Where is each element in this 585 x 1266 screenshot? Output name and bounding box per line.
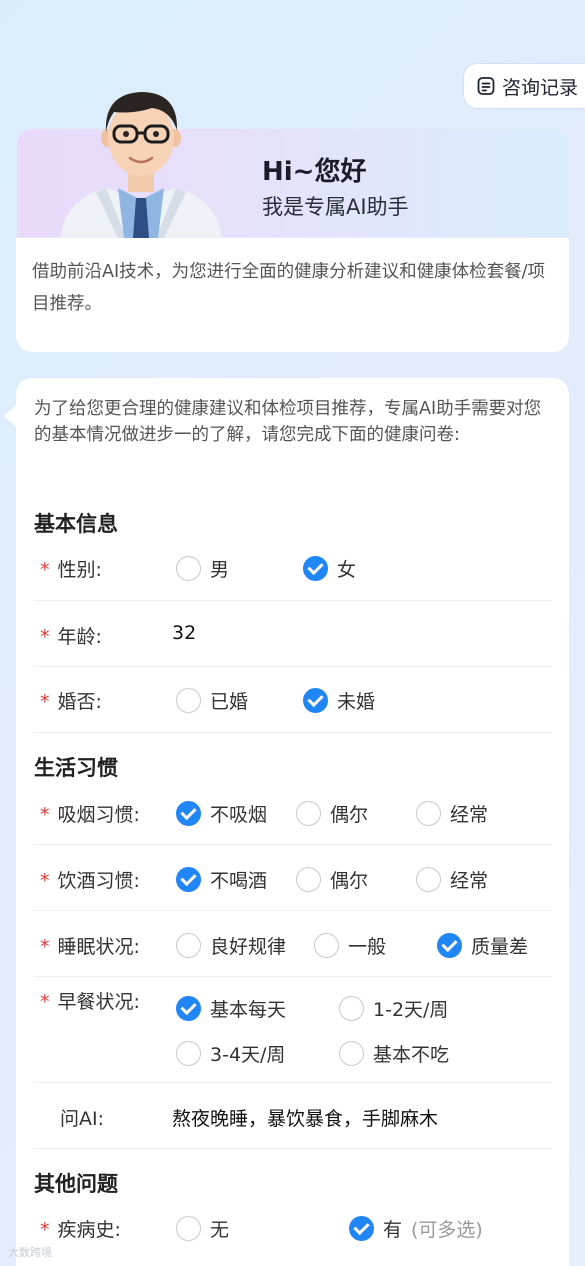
section-habits: 生活习惯: [34, 756, 118, 780]
ask-ai-label: 问AI:: [60, 1108, 105, 1130]
radio-unchecked-icon: [296, 801, 321, 826]
gender-label: * 性别:: [40, 559, 102, 581]
drinking-option-often[interactable]: 经常: [416, 866, 488, 893]
breakfast-row: * 早餐状况: 基本每天 1-2天/周 3-4天/周 基本不吃: [34, 977, 552, 1083]
radio-checked-icon: [176, 801, 201, 826]
disease-option-none[interactable]: 无: [176, 1215, 229, 1242]
radio-unchecked-icon: [176, 556, 201, 581]
age-row: * 年龄: 32: [34, 601, 552, 667]
marital-label: * 婚否:: [40, 691, 102, 713]
gender-row: * 性别: 男 女: [34, 545, 552, 601]
radio-unchecked-icon: [176, 1216, 201, 1241]
sleep-option-average[interactable]: 一般: [314, 932, 386, 959]
sleep-label: * 睡眠状况:: [40, 936, 140, 958]
drinking-label: * 饮酒习惯:: [40, 870, 140, 892]
breakfast-option-3-4[interactable]: 3-4天/周: [176, 1040, 285, 1067]
multi-select-hint: (可多选): [411, 1219, 483, 1241]
smoking-row: * 吸烟习惯: 不吸烟 偶尔 经常: [34, 790, 552, 845]
section-basic-info: 基本信息: [34, 512, 118, 536]
section-other: 其他问题: [34, 1172, 118, 1196]
breakfast-option-1-2[interactable]: 1-2天/周: [339, 995, 448, 1022]
document-list-icon: [477, 77, 495, 95]
consult-history-label: 咨询记录: [502, 76, 579, 99]
consult-history-button[interactable]: 咨询记录: [463, 63, 585, 109]
radio-checked-icon: [176, 867, 201, 892]
smoking-label: * 吸烟习惯:: [40, 804, 140, 826]
age-label: * 年龄:: [40, 626, 102, 648]
radio-checked-icon: [176, 996, 201, 1021]
radio-checked-icon: [303, 688, 328, 713]
assistant-description: 借助前沿AI技术，为您进行全面的健康分析建议和健康体检套餐/项目推荐。: [32, 262, 546, 314]
age-input[interactable]: 32: [172, 622, 196, 644]
sleep-option-good[interactable]: 良好规律: [176, 932, 286, 959]
radio-checked-icon: [349, 1216, 374, 1241]
marital-option-married[interactable]: 已婚: [176, 687, 248, 714]
smoking-option-occasional[interactable]: 偶尔: [296, 800, 368, 827]
smoking-option-often[interactable]: 经常: [416, 800, 488, 827]
ask-ai-row: 问AI: 熬夜晚睡，暴饮暴食，手脚麻木: [34, 1083, 552, 1149]
breakfast-label: * 早餐状况:: [40, 991, 140, 1013]
sleep-option-poor[interactable]: 质量差: [437, 932, 528, 959]
smoking-option-none[interactable]: 不吸烟: [176, 800, 267, 827]
disease-history-label: * 疾病史:: [40, 1219, 121, 1241]
disease-history-row: * 疾病史: 无 有 (可多选): [34, 1205, 552, 1255]
gender-option-female[interactable]: 女: [303, 555, 356, 582]
greeting-title: Hi~您好: [262, 157, 367, 187]
radio-unchecked-icon: [339, 996, 364, 1021]
breakfast-option-rarely[interactable]: 基本不吃: [339, 1040, 449, 1067]
greeting-subtitle: 我是专属AI助手: [262, 195, 409, 219]
radio-unchecked-icon: [296, 867, 321, 892]
marital-row: * 婚否: 已婚 未婚: [34, 667, 552, 733]
radio-checked-icon: [437, 933, 462, 958]
radio-unchecked-icon: [416, 801, 441, 826]
radio-unchecked-icon: [176, 1041, 201, 1066]
radio-unchecked-icon: [176, 933, 201, 958]
drinking-option-occasional[interactable]: 偶尔: [296, 866, 368, 893]
disease-option-yes[interactable]: 有 (可多选): [349, 1215, 483, 1242]
radio-checked-icon: [303, 556, 328, 581]
gender-option-male[interactable]: 男: [176, 555, 229, 582]
radio-unchecked-icon: [416, 867, 441, 892]
drinking-row: * 饮酒习惯: 不喝酒 偶尔 经常: [34, 845, 552, 911]
questionnaire-intro: 为了给您更合理的健康建议和体检项目推荐，专属AI助手需要对您的基本情况做进步一的…: [34, 399, 542, 445]
doctor-avatar: [60, 92, 222, 238]
bubble-pointer: [4, 404, 17, 428]
radio-unchecked-icon: [314, 933, 339, 958]
sleep-row: * 睡眠状况: 良好规律 一般 质量差: [34, 911, 552, 977]
breakfast-option-daily[interactable]: 基本每天: [176, 995, 286, 1022]
marital-option-single[interactable]: 未婚: [303, 687, 375, 714]
drinking-option-none[interactable]: 不喝酒: [176, 866, 267, 893]
radio-unchecked-icon: [176, 688, 201, 713]
radio-unchecked-icon: [339, 1041, 364, 1066]
watermark: 大数跨境: [8, 1246, 52, 1259]
ask-ai-input[interactable]: 熬夜晚睡，暴饮暴食，手脚麻木: [172, 1104, 438, 1131]
